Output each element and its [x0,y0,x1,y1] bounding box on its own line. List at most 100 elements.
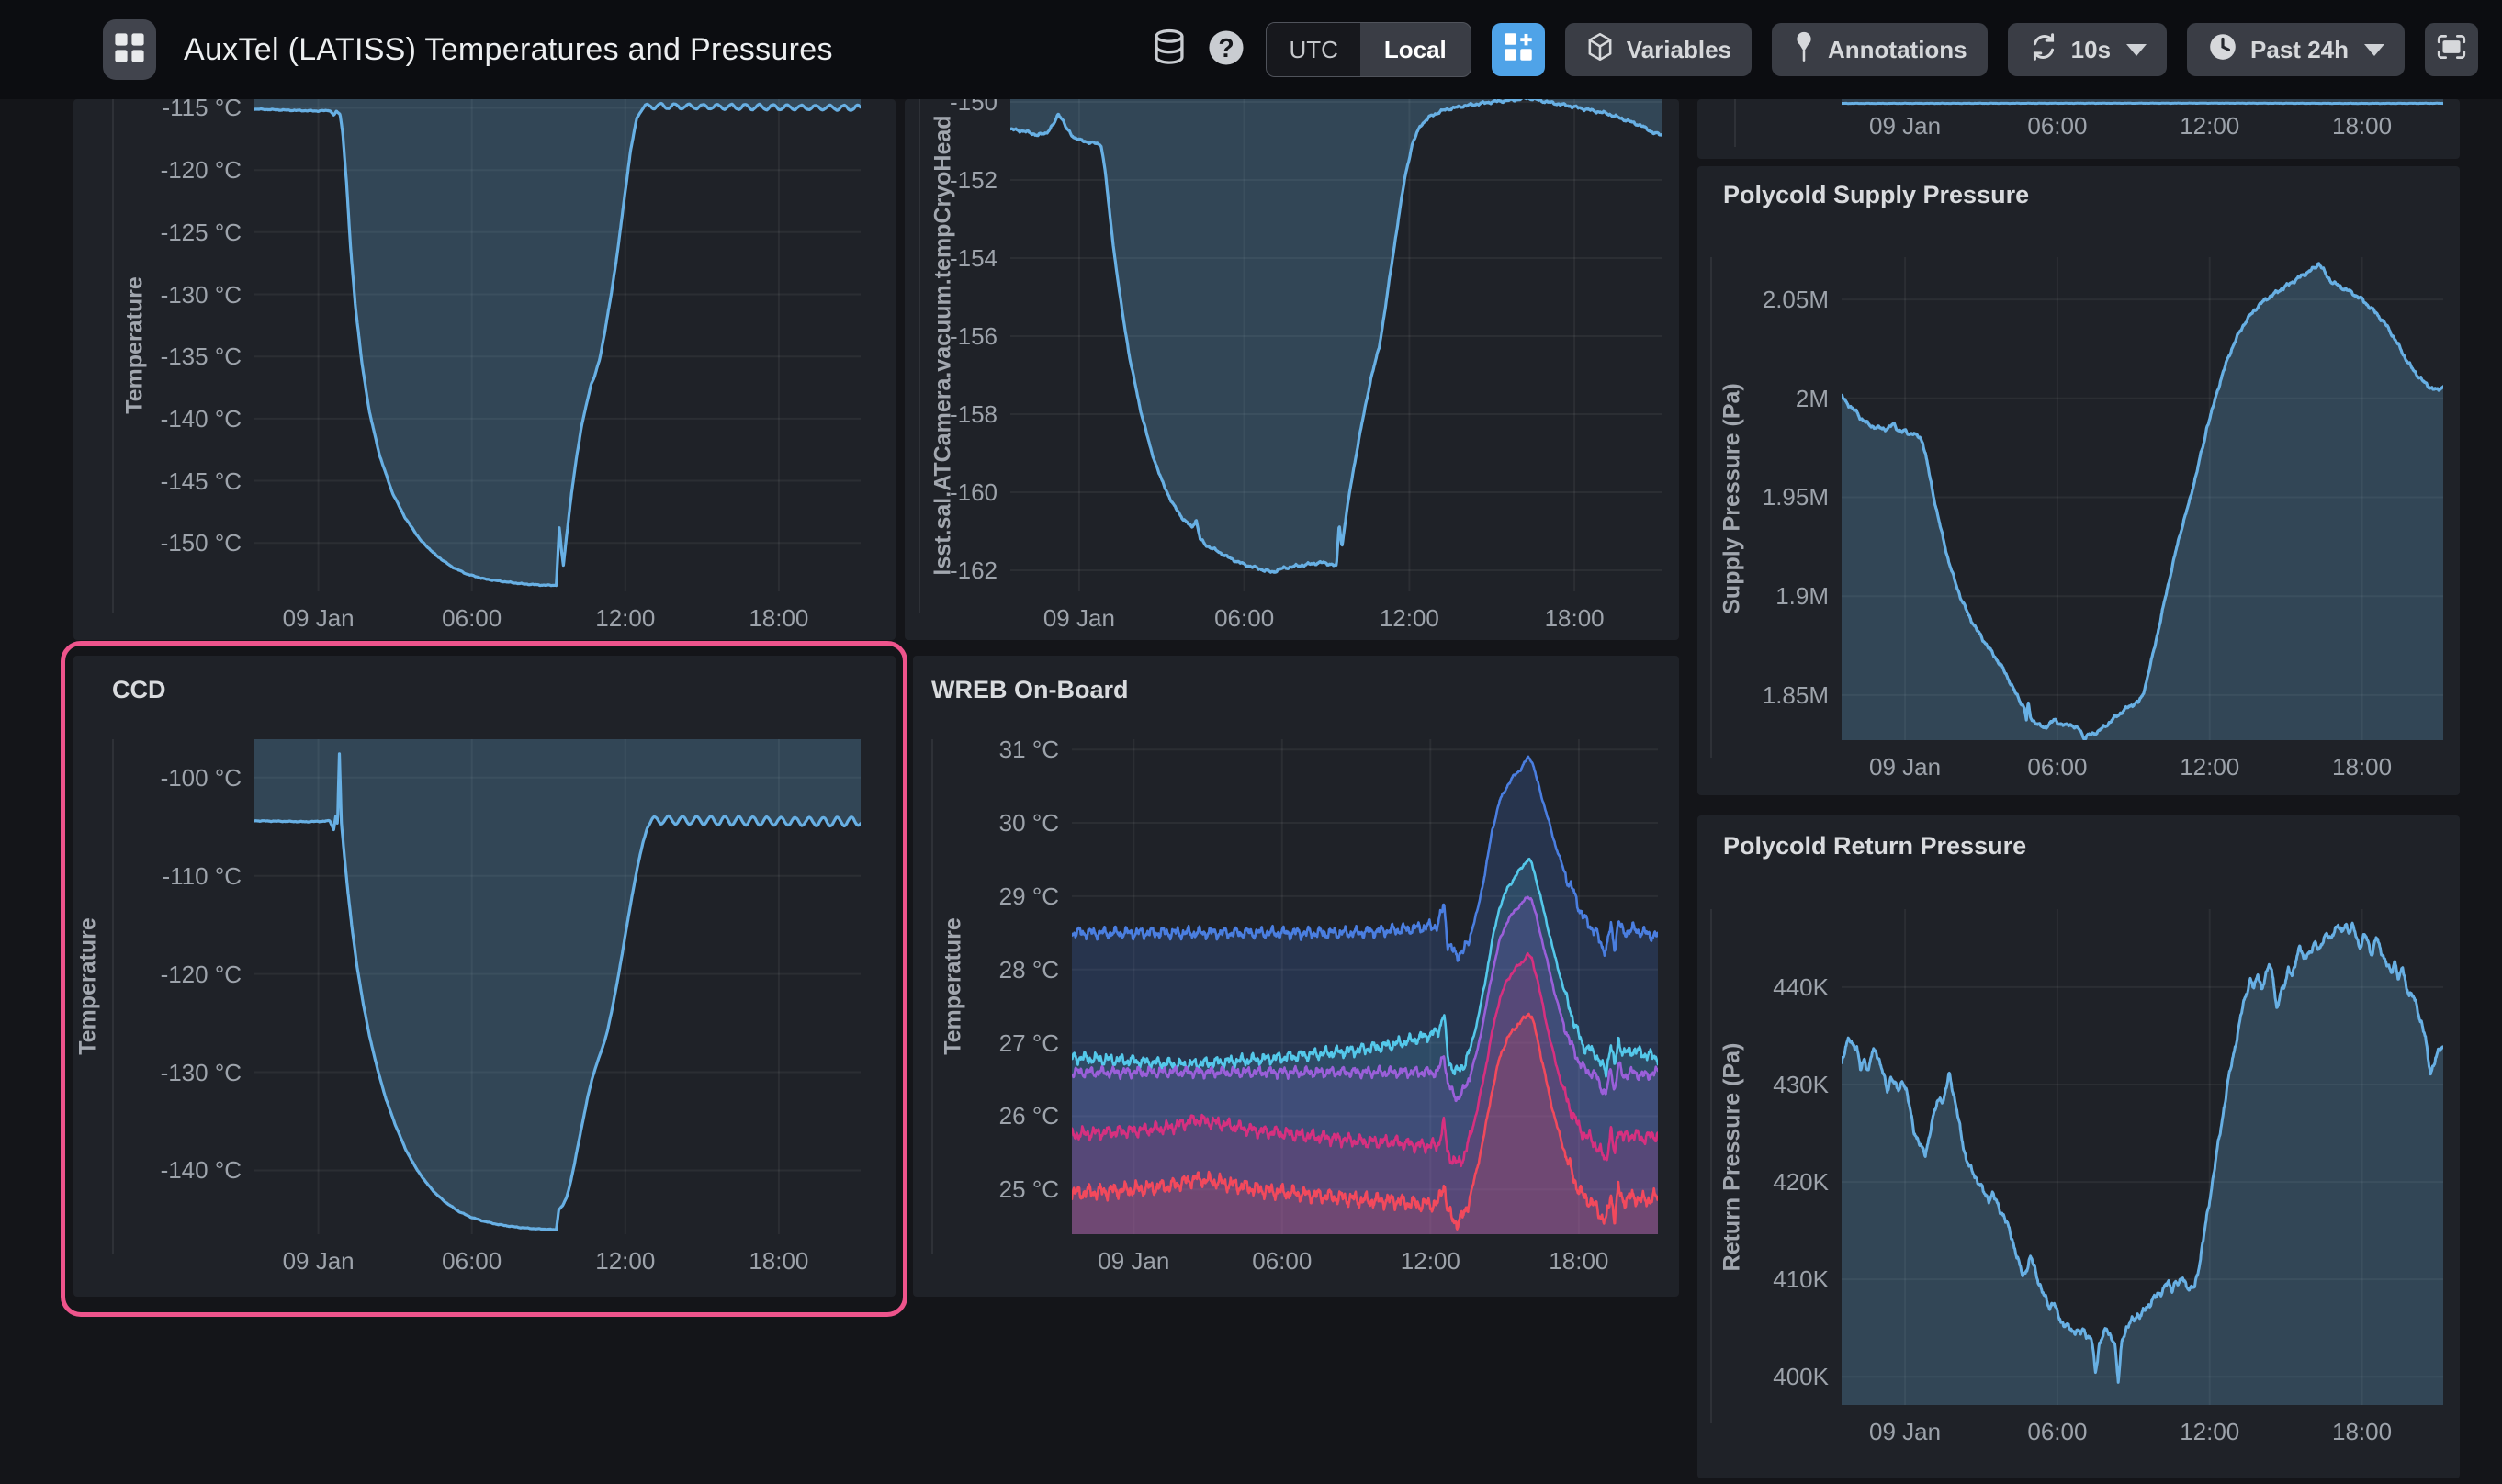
y-tick-label: -158 [860,400,997,429]
panel-clipped-top-right: 09 Jan06:0012:0018:00 [1697,99,2460,159]
x-tick-label: 09 Jan [1831,753,1978,781]
x-tick-label: 18:00 [1505,1247,1652,1276]
y-tick-label: 29 °C [921,883,1059,911]
chart-plot[interactable] [254,99,861,591]
y-tick-label: -135 °C [104,343,242,371]
datasource-button[interactable] [1152,28,1187,73]
y-tick-label: 26 °C [921,1102,1059,1130]
time-range-button[interactable]: Past 24h [2187,23,2405,76]
x-tick-label: 06:00 [399,1247,546,1276]
chart-svg [1010,99,1662,591]
y-tick-label: -140 °C [104,405,242,433]
chart-svg [254,739,861,1234]
y-tick-label: 440K [1691,973,1829,1002]
chart-plot[interactable] [1842,99,2443,110]
x-tick-label: 18:00 [705,604,852,633]
chart-plot[interactable] [1842,909,2443,1405]
x-tick-label: 12:00 [2136,753,2283,781]
chevron-down-icon [2126,44,2147,56]
x-tick-label: 06:00 [1171,604,1318,633]
chart-svg [1842,257,2443,740]
y-tick-label: 1.95M [1691,483,1829,512]
app-header: AuxTel (LATISS) Temperatures and Pressur… [0,0,2502,99]
help-button[interactable]: ? [1207,28,1245,72]
x-tick-label: 09 Jan [245,1247,392,1276]
chart-plot[interactable] [1842,257,2443,740]
database-icon [1152,28,1187,73]
y-tick-label: -100 °C [104,764,242,793]
timezone-toggle: UTC Local [1266,22,1471,77]
help-icon: ? [1207,28,1245,72]
y-tick-label: 410K [1691,1265,1829,1294]
x-tick-label: 09 Jan [1006,604,1153,633]
y-tick-label: 27 °C [921,1029,1059,1058]
x-tick-label: 09 Jan [1831,112,1978,141]
y-tick-label: -120 °C [104,156,242,185]
refresh-button[interactable]: 10s [2008,23,2167,76]
chevron-down-icon [2364,44,2384,56]
timezone-option-utc[interactable]: UTC [1267,23,1359,76]
x-tick-label: 06:00 [1209,1247,1356,1276]
refresh-icon [2028,31,2059,69]
variables-button[interactable]: Variables [1565,23,1752,76]
panel-cryo-head: lsst.sal.ATCamera.vacuum.tempCryoHead -1… [905,99,1679,640]
panel-title[interactable]: CCD [112,676,166,704]
y-tick-label: -120 °C [104,961,242,989]
y-tick-label: -140 °C [104,1156,242,1185]
x-tick-label: 18:00 [2289,1418,2436,1446]
x-tick-label: 12:00 [552,1247,699,1276]
y-tick-label: -160 [860,478,997,507]
chart-svg [1842,99,2443,110]
y-tick-label: 28 °C [921,956,1059,984]
panel-title[interactable]: WREB On-Board [931,676,1128,704]
y-tick-label: 2M [1691,385,1829,413]
add-panel-button[interactable] [1492,23,1545,76]
series-fill-ccd-temp [254,739,861,1230]
y-tick-label: -162 [860,556,997,585]
x-tick-label: 18:00 [2289,112,2436,141]
chart-svg [254,99,861,591]
chart-plot[interactable] [1072,739,1658,1234]
y-tick-label: -156 [860,322,997,351]
x-tick-label: 18:00 [1501,604,1648,633]
header-toolbar: ? UTC Local [1152,22,2478,77]
y-tick-label: 430K [1691,1071,1829,1099]
timezone-option-local[interactable]: Local [1360,23,1471,76]
chart-svg [1072,739,1658,1234]
y-tick-label: -130 °C [104,281,242,309]
kiosk-mode-button[interactable] [2425,23,2478,76]
y-tick-label: -130 °C [104,1059,242,1087]
annotations-button[interactable]: Annotations [1772,23,1988,76]
panel-cryo-temperature: Temperature -115 °C-120 °C-125 °C-130 °C… [73,99,896,640]
y-tick-label: 420K [1691,1168,1829,1197]
x-tick-label: 09 Jan [245,604,392,633]
panel-title[interactable]: Polycold Supply Pressure [1723,181,2029,209]
chart-svg [1842,909,2443,1405]
panel-wreb-onboard: WREB On-Board Temperature 31 °C30 °C29 °… [913,656,1679,1297]
panel-supply-pressure: Polycold Supply Pressure Supply Pressure… [1697,166,2460,795]
y-tick-label: 31 °C [921,736,1059,764]
y-axis-label: Temperature [75,917,102,1055]
y-tick-label: 30 °C [921,809,1059,838]
y-tick-label: 2.05M [1691,286,1829,314]
x-tick-label: 12:00 [1336,604,1482,633]
chart-plot[interactable] [254,739,861,1234]
kiosk-icon [2435,31,2468,69]
dashboards-grid-button[interactable] [103,19,156,80]
grafana-dashboard: { "header": { "title": "AuxTel (LATISS) … [0,0,2502,1484]
cube-icon [1585,31,1615,69]
x-tick-label: 06:00 [1984,112,2131,141]
chart-plot[interactable] [1010,99,1662,591]
series-fill-return-pressure [1842,923,2443,1405]
x-tick-label: 09 Jan [1831,1418,1978,1446]
time-range-label: Past 24h [2250,36,2349,64]
y-tick-label: -150 °C [104,529,242,557]
x-tick-label: 12:00 [1357,1247,1504,1276]
y-tick-label: -152 [860,166,997,195]
panel-title[interactable]: Polycold Return Pressure [1723,832,2026,860]
y-tick-label: -110 °C [104,862,242,891]
series-line-clipped-line [1842,103,2443,104]
x-tick-label: 06:00 [399,604,546,633]
y-tick-label: -125 °C [104,219,242,247]
x-tick-label: 12:00 [2136,112,2283,141]
